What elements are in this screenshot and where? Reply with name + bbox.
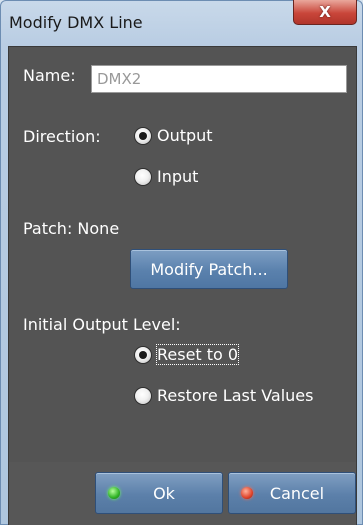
radio-reset-label: Reset to 0 [155, 344, 240, 365]
dialog-body: Name: Direction: Output Input Patch: Non… [8, 46, 357, 464]
initial-output-label: Initial Output Level: [23, 315, 181, 334]
radio-output-indicator [135, 127, 151, 144]
radio-restore-indicator [135, 387, 151, 404]
name-input[interactable] [91, 65, 347, 93]
name-label: Name: [23, 66, 76, 85]
cancel-status-led-icon [241, 487, 253, 499]
radio-input-label: Input [157, 167, 199, 186]
cancel-button-label: Cancel [269, 483, 325, 503]
dialog-footer: Ok Cancel [8, 462, 357, 525]
radio-input-indicator [135, 168, 151, 185]
radio-restore-last-values[interactable]: Restore Last Values [135, 386, 313, 405]
close-button[interactable]: X [293, 0, 357, 25]
ok-button[interactable]: Ok [95, 472, 223, 514]
ok-status-led-icon [108, 487, 120, 499]
radio-input[interactable]: Input [135, 167, 198, 186]
radio-restore-label: Restore Last Values [157, 386, 314, 405]
radio-reset-indicator [135, 346, 151, 363]
radio-reset-to-0[interactable]: Reset to 0 [135, 344, 240, 365]
patch-status: Patch: None [23, 219, 120, 238]
window-title: Modify DMX Line [9, 13, 143, 32]
modify-patch-button[interactable]: Modify Patch... [130, 249, 288, 289]
radio-output-label: Output [157, 126, 213, 145]
cancel-button[interactable]: Cancel [228, 472, 356, 514]
dialog-window: Modify DMX Line X Name: Direction: Outpu… [0, 0, 363, 525]
close-icon: X [319, 3, 331, 21]
ok-button-label: Ok [153, 483, 175, 503]
direction-label: Direction: [23, 127, 101, 146]
radio-output[interactable]: Output [135, 126, 213, 145]
